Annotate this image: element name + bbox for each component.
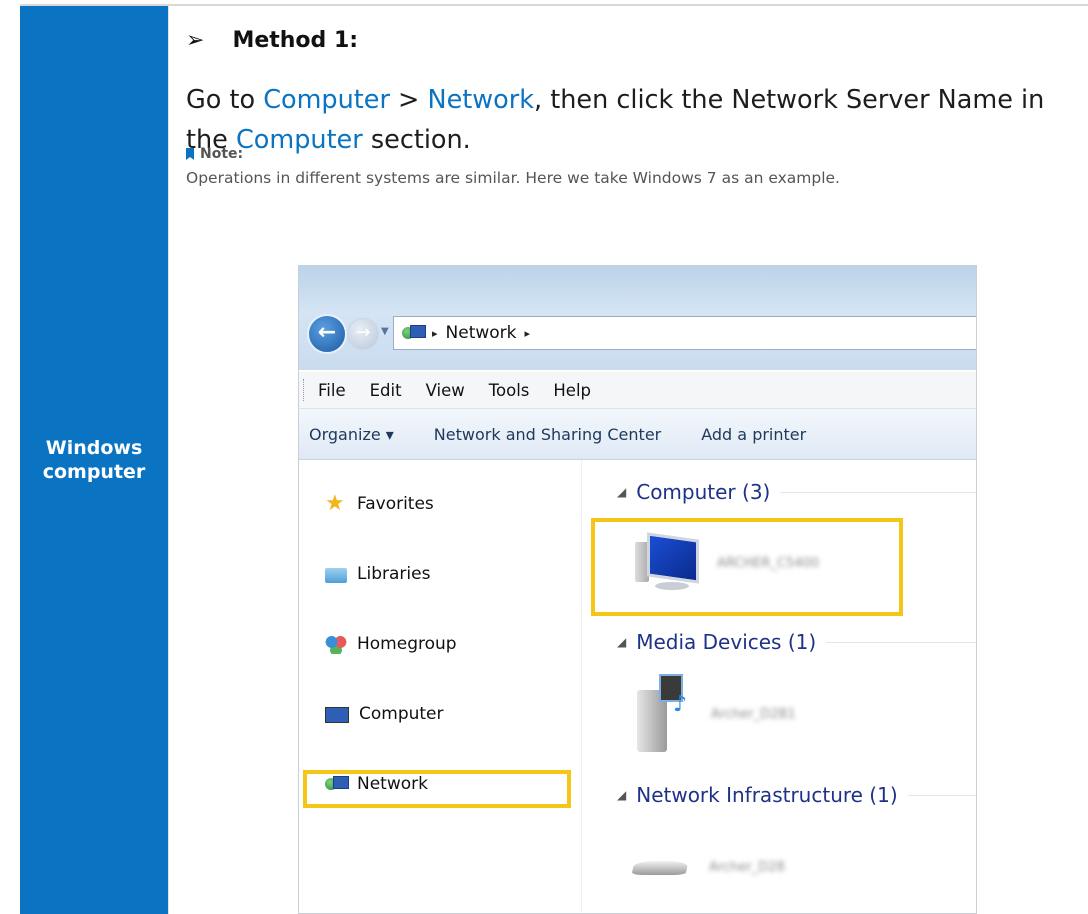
explorer-titlebar: ← → ▼ ▸ Network ▸: [299, 266, 976, 370]
instruction-part: >: [389, 85, 428, 115]
address-bar[interactable]: ▸ Network ▸: [393, 316, 976, 350]
computer-icon: [325, 707, 349, 723]
star-icon: ★: [325, 491, 345, 516]
note-heading: Note:: [186, 146, 243, 162]
column-divider: [168, 6, 169, 914]
history-dropdown-icon[interactable]: ▼: [381, 326, 389, 337]
menu-view[interactable]: View: [426, 381, 465, 400]
homegroup-icon: [325, 634, 347, 654]
menu-tools[interactable]: Tools: [489, 381, 530, 400]
network-icon: [402, 325, 426, 341]
group-header-computer[interactable]: ◢ Computer (3): [617, 480, 976, 504]
sidebar-item-homegroup[interactable]: Homegroup: [325, 634, 457, 654]
network-highlight-box: [303, 770, 571, 808]
collapse-triangle-icon: ◢: [617, 788, 627, 802]
forward-arrow-icon[interactable]: →: [347, 318, 379, 350]
group-header-media-devices[interactable]: ◢ Media Devices (1): [617, 630, 976, 654]
sidebar-item-label: Computer: [359, 704, 444, 724]
sidebar-item-label: Favorites: [357, 494, 434, 514]
sidebar-item-label: Libraries: [357, 564, 431, 584]
instruction-text: Go to Computer > Network, then click the…: [186, 80, 1076, 160]
sidebar-item-label: Homegroup: [357, 634, 457, 654]
collapse-triangle-icon: ◢: [617, 485, 627, 499]
network-link: Network: [427, 85, 535, 115]
instruction-part: section.: [362, 125, 471, 155]
device-name: Archer_D2B1: [711, 706, 796, 722]
bookmark-icon: [186, 148, 194, 160]
group-divider: [780, 491, 976, 493]
content-pane: ◢ Computer (3) ARCHER_C5400 ◢ Media Devi…: [581, 460, 976, 913]
navigation-pane: ★ Favorites Libraries Homegroup Computer…: [299, 460, 582, 913]
group-divider: [826, 641, 976, 643]
group-title: Network Infrastructure (1): [636, 783, 898, 807]
command-bar: Organize ▾ Network and Sharing Center Ad…: [299, 409, 976, 460]
device-item-media[interactable]: ♪ Archer_D2B1: [633, 670, 796, 758]
arrow-bullet-icon: ➢: [186, 28, 205, 53]
network-sharing-center-button[interactable]: Network and Sharing Center: [434, 425, 661, 444]
computer-section-link: Computer: [235, 125, 363, 155]
sidebar-item-libraries[interactable]: Libraries: [325, 564, 430, 584]
add-printer-button[interactable]: Add a printer: [701, 425, 806, 444]
method-title: Method 1:: [232, 28, 359, 53]
router-icon: [631, 855, 689, 879]
collapse-triangle-icon: ◢: [617, 635, 627, 649]
sidebar-item-favorites[interactable]: ★ Favorites: [325, 491, 434, 516]
computer-highlight-box: [591, 518, 903, 616]
note-label: Note:: [200, 146, 244, 162]
toolbar-grip: [303, 379, 306, 401]
breadcrumb-network[interactable]: Network: [446, 323, 517, 343]
instruction-part: Go to: [186, 85, 264, 115]
method-heading: ➢ Method 1:: [186, 28, 358, 53]
sidebar-item-computer[interactable]: Computer: [325, 704, 444, 724]
group-header-network-infrastructure[interactable]: ◢ Network Infrastructure (1): [617, 783, 976, 807]
row-header-cell: Windows computer: [20, 6, 168, 914]
group-divider: [907, 794, 976, 796]
computer-link: Computer: [263, 85, 390, 115]
device-name: Archer_D28: [709, 859, 785, 875]
note-text: Operations in different systems are simi…: [186, 169, 840, 187]
media-server-icon: ♪: [633, 670, 691, 758]
group-title: Media Devices (1): [636, 630, 817, 654]
explorer-screenshot: ← → ▼ ▸ Network ▸ File Edit View Tools H…: [298, 265, 977, 914]
menu-edit[interactable]: Edit: [370, 381, 402, 400]
library-folder-icon: [325, 568, 347, 583]
organize-button[interactable]: Organize ▾: [309, 425, 394, 444]
menu-file[interactable]: File: [318, 381, 346, 400]
breadcrumb-separator-icon: ▸: [432, 326, 438, 340]
breadcrumb-separator-icon: ▸: [524, 326, 531, 340]
row-header-label: Windows computer: [42, 437, 146, 483]
menu-help[interactable]: Help: [553, 381, 591, 400]
menu-bar: File Edit View Tools Help: [299, 372, 976, 409]
group-title: Computer (3): [636, 480, 771, 504]
back-arrow-icon[interactable]: ←: [307, 314, 347, 354]
device-item-router[interactable]: Archer_D28: [631, 855, 785, 879]
